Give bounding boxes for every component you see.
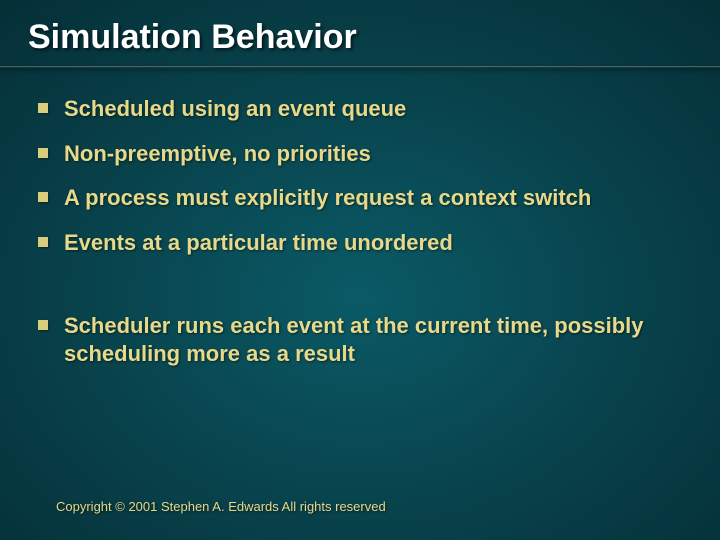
title-divider	[0, 66, 720, 68]
list-item: Events at a particular time unordered	[38, 229, 692, 257]
copyright-footer: Copyright © 2001 Stephen A. Edwards All …	[56, 499, 386, 514]
slide-body: Scheduled using an event queue Non-preem…	[28, 95, 692, 367]
bullet-icon	[38, 192, 48, 202]
list-item: Scheduler runs each event at the current…	[38, 312, 692, 367]
bullet-text: Scheduled using an event queue	[64, 95, 406, 123]
list-item: Non-preemptive, no priorities	[38, 140, 692, 168]
slide: Simulation Behavior Scheduled using an e…	[0, 0, 720, 540]
bullet-icon	[38, 320, 48, 330]
list-item: A process must explicitly request a cont…	[38, 184, 692, 212]
slide-title: Simulation Behavior	[28, 18, 692, 57]
bullet-text: Scheduler runs each event at the current…	[64, 312, 674, 367]
bullet-text: Non-preemptive, no priorities	[64, 140, 371, 168]
bullet-text: A process must explicitly request a cont…	[64, 184, 591, 212]
bullet-icon	[38, 237, 48, 247]
bullet-icon	[38, 148, 48, 158]
bullet-text: Events at a particular time unordered	[64, 229, 453, 257]
list-item: Scheduled using an event queue	[38, 95, 692, 123]
bullet-icon	[38, 103, 48, 113]
